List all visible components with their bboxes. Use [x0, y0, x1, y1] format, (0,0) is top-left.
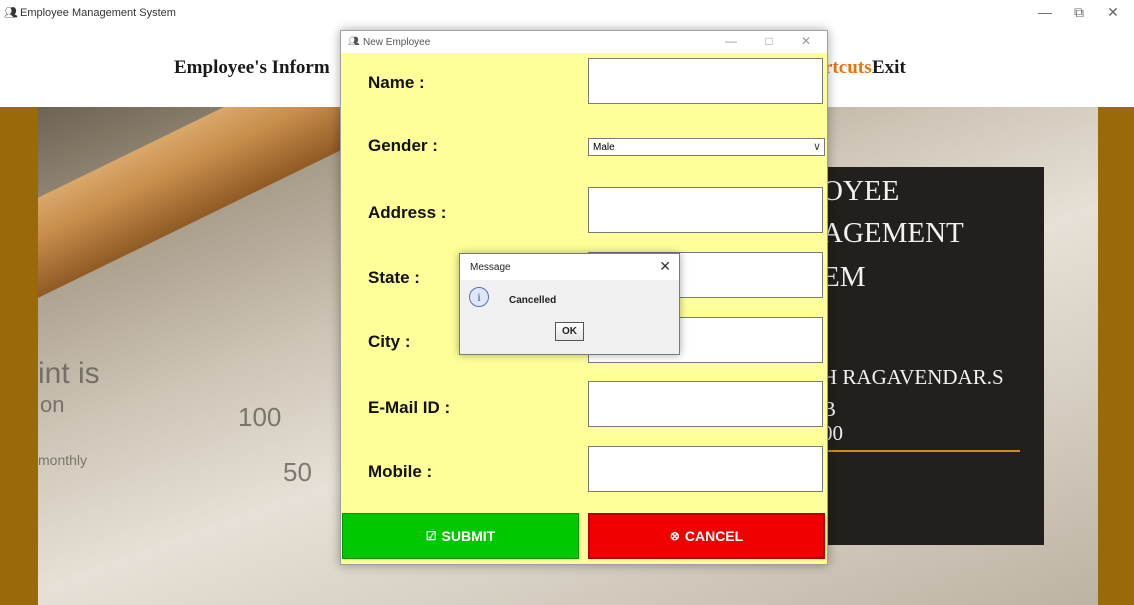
menu-employee-information[interactable]: Employee's Inform: [174, 57, 330, 79]
bg-text: int is: [38, 357, 100, 390]
panel-text: OYEE: [822, 175, 900, 207]
cancel-label: CANCEL: [684, 528, 744, 544]
main-title-bar: 👥︎ Employee Management System — ⧉ ✕: [0, 0, 1134, 28]
dialog-title-bar: 👥︎ New Employee — □ ✕: [341, 31, 827, 53]
info-icon: i: [469, 287, 489, 307]
bg-text: 50: [283, 457, 312, 487]
menu-shortcuts[interactable]: rtcuts: [824, 57, 871, 79]
message-dialog: Message ✕ i Cancelled OK: [459, 253, 680, 355]
restore-icon[interactable]: ⧉: [1069, 4, 1089, 21]
minimize-icon[interactable]: —: [1035, 4, 1055, 20]
panel-text: AGEMENT: [822, 217, 964, 249]
mobile-label: Mobile :: [368, 462, 433, 481]
cancel-button[interactable]: ⊗ CANCEL: [588, 513, 825, 559]
window-title: Employee Management System: [20, 7, 176, 19]
email-label: E-Mail ID :: [368, 398, 451, 417]
message-title: Message: [470, 262, 511, 273]
submit-button[interactable]: ☑ SUBMIT: [342, 513, 579, 559]
close-icon[interactable]: ✕: [797, 34, 815, 48]
city-label: City :: [368, 332, 411, 351]
state-label: State :: [368, 268, 420, 287]
cancel-icon: ⊗: [669, 529, 680, 543]
close-icon[interactable]: ✕: [1103, 4, 1123, 21]
dialog-title: New Employee: [363, 37, 431, 48]
title-panel: OYEE AGEMENT EM H RAGAVENDAR.S B 00: [822, 167, 1044, 545]
ok-button[interactable]: OK: [555, 322, 584, 341]
message-title-bar: Message ✕: [460, 254, 679, 280]
email-field[interactable]: [588, 381, 823, 427]
panel-text: H RAGAVENDAR.S: [822, 365, 1004, 389]
address-field[interactable]: [588, 187, 823, 233]
panel-divider: [822, 450, 1020, 452]
panel-text: EM: [822, 261, 866, 293]
maximize-icon[interactable]: □: [760, 34, 778, 48]
chevron-down-icon: ∨: [812, 141, 821, 153]
people-icon: 👥︎: [348, 36, 360, 46]
minimize-icon[interactable]: —: [722, 34, 740, 48]
name-label: Name :: [368, 73, 425, 92]
message-text: Cancelled: [509, 295, 557, 306]
close-icon[interactable]: ✕: [659, 258, 671, 275]
gender-label: Gender :: [368, 136, 438, 155]
bg-text: on: [40, 392, 65, 417]
checkbox-icon: ☑: [425, 529, 437, 543]
submit-label: SUBMIT: [441, 528, 496, 544]
people-icon: 👥︎: [4, 7, 18, 19]
mobile-field[interactable]: [588, 446, 823, 492]
menu-exit[interactable]: Exit: [872, 57, 906, 79]
bg-text: 100: [238, 402, 282, 432]
bg-text: monthly: [38, 452, 88, 468]
gender-select[interactable]: Male ∨: [588, 138, 825, 156]
gender-value: Male: [593, 142, 615, 153]
address-label: Address :: [368, 203, 447, 222]
name-field[interactable]: [588, 58, 823, 104]
